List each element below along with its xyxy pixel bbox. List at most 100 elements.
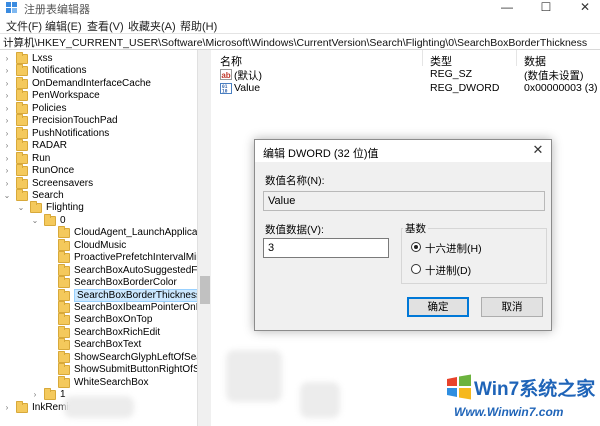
tree-item-label[interactable]: SearchBoxRichEdit bbox=[74, 326, 160, 339]
expand-arrow-icon[interactable]: › bbox=[2, 139, 12, 152]
collapse-arrow-icon[interactable]: ⌄ bbox=[2, 189, 12, 202]
value-row-value[interactable]: 01 10 Value REG_DWORD 0x00000003 (3) bbox=[212, 82, 600, 95]
tree-item[interactable]: CloudMusic bbox=[0, 238, 197, 252]
tree-item-label[interactable]: WhiteSearchBox bbox=[74, 376, 148, 389]
column-header-data[interactable]: 数据 bbox=[524, 53, 546, 69]
folder-icon bbox=[58, 251, 70, 264]
tree-item-label[interactable]: SearchBoxText bbox=[74, 338, 141, 351]
tree-item[interactable]: WhiteSearchBox bbox=[0, 375, 197, 389]
tree-item-label[interactable]: PenWorkspace bbox=[32, 89, 100, 102]
column-divider[interactable] bbox=[422, 50, 423, 66]
menu-help[interactable]: 帮助(H) bbox=[180, 18, 217, 34]
tree-item[interactable]: › OnDemandInterfaceCache bbox=[0, 76, 197, 90]
tree-item[interactable]: › RunOnce bbox=[0, 164, 197, 177]
tree-item[interactable]: ⌄ Search bbox=[0, 188, 197, 202]
menu-file[interactable]: 文件(F) bbox=[6, 18, 42, 34]
decimal-radio-label[interactable]: 十进制(D) bbox=[425, 263, 471, 278]
value-row-default[interactable]: ab (默认) REG_SZ (数值未设置) bbox=[212, 68, 600, 82]
registry-editor-icon bbox=[6, 2, 17, 13]
expand-arrow-icon[interactable]: › bbox=[2, 127, 12, 140]
expand-arrow-icon[interactable]: › bbox=[2, 77, 12, 90]
hex-radio[interactable] bbox=[411, 242, 421, 252]
collapse-arrow-icon[interactable]: ⌄ bbox=[30, 214, 40, 227]
menu-favorites[interactable]: 收藏夹(A) bbox=[128, 18, 176, 34]
registry-tree[interactable]: › Lxss › Notifications › OnDemandInterfaceCac… bbox=[0, 50, 211, 426]
address-bar[interactable]: 计算机\HKEY_CURRENT_USER\Software\Microsoft… bbox=[0, 34, 600, 50]
column-header-name[interactable]: 名称 bbox=[220, 53, 242, 69]
tree-item[interactable]: SearchBoxAutoSuggestedFo bbox=[0, 263, 203, 277]
expand-arrow-icon[interactable]: › bbox=[2, 52, 12, 65]
expand-arrow-icon[interactable]: › bbox=[2, 89, 12, 102]
value-data-input[interactable] bbox=[263, 238, 389, 258]
tree-item[interactable]: ⌄ Flighting bbox=[0, 201, 197, 214]
tree-scrollbar-thumb[interactable] bbox=[200, 276, 210, 304]
expand-arrow-icon[interactable]: › bbox=[2, 152, 12, 165]
tree-item-label[interactable]: PrecisionTouchPad bbox=[32, 114, 118, 127]
tree-item[interactable]: SearchBoxOnTop bbox=[0, 313, 197, 326]
tree-item[interactable]: › Screensavers bbox=[0, 176, 197, 190]
column-divider[interactable] bbox=[516, 50, 517, 66]
tree-item[interactable]: ShowSubmitButtonRightOfSe bbox=[0, 363, 205, 376]
expand-arrow-icon[interactable]: › bbox=[2, 64, 12, 77]
expand-arrow-icon[interactable]: › bbox=[30, 388, 40, 401]
tree-item-label[interactable]: Lxss bbox=[32, 52, 53, 65]
tree-item-label[interactable]: Policies bbox=[32, 102, 66, 115]
minimize-button[interactable]: — bbox=[496, 0, 518, 15]
tree-item[interactable]: SearchBoxIbeamPointerOnH bbox=[0, 301, 203, 314]
expand-arrow-icon[interactable]: › bbox=[2, 164, 12, 177]
tree-item-label[interactable]: ShowSearchGlyphLeftOfSear bbox=[74, 351, 205, 364]
tree-item-label[interactable]: CloudMusic bbox=[74, 239, 126, 252]
tree-item-label[interactable]: PushNotifications bbox=[32, 127, 109, 140]
tree-item-label[interactable]: Flighting bbox=[46, 201, 84, 214]
hex-radio-label[interactable]: 十六进制(H) bbox=[425, 241, 482, 256]
expand-arrow-icon[interactable]: › bbox=[2, 114, 12, 127]
tree-item[interactable]: SearchBoxBorderColor bbox=[0, 276, 197, 289]
tree-item-label[interactable]: SearchBoxBorderThickness bbox=[74, 288, 204, 302]
maximize-button[interactable]: ☐ bbox=[535, 0, 557, 15]
cancel-button[interactable]: 取消 bbox=[481, 297, 543, 317]
tree-item[interactable]: ProactivePrefetchIntervalMin bbox=[0, 251, 202, 264]
tree-item[interactable]: › Run bbox=[0, 151, 197, 165]
dialog-close-button[interactable]: ✕ bbox=[530, 142, 546, 158]
tree-item-label[interactable]: Search bbox=[32, 189, 64, 202]
expand-arrow-icon[interactable]: › bbox=[2, 177, 12, 190]
menu-edit[interactable]: 编辑(E) bbox=[45, 18, 82, 34]
decimal-radio[interactable] bbox=[411, 264, 421, 274]
ok-button[interactable]: 确定 bbox=[407, 297, 469, 317]
tree-item[interactable]: SearchBoxRichEdit bbox=[0, 325, 197, 339]
tree-item-label[interactable]: SearchBoxBorderColor bbox=[74, 276, 177, 289]
tree-item-label[interactable]: SearchBoxOnTop bbox=[74, 313, 152, 326]
tree-item[interactable]: › Notifications bbox=[0, 64, 197, 77]
tree-item-label[interactable]: ProactivePrefetchIntervalMin bbox=[74, 251, 202, 264]
tree-item[interactable]: › PenWorkspace bbox=[0, 89, 197, 102]
close-window-button[interactable]: ✕ bbox=[574, 0, 596, 15]
tree-item[interactable]: ShowSearchGlyphLeftOfSear bbox=[0, 350, 205, 364]
tree-item-label[interactable]: 0 bbox=[60, 214, 66, 227]
tree-item[interactable]: › RADAR bbox=[0, 139, 197, 152]
expand-arrow-icon[interactable]: › bbox=[2, 102, 12, 115]
tree-item[interactable]: CloudAgent_LaunchApplicati bbox=[0, 226, 202, 239]
tree-item-label[interactable]: SearchBoxAutoSuggestedFo bbox=[74, 264, 203, 277]
column-header-type[interactable]: 类型 bbox=[430, 53, 452, 69]
tree-item-label[interactable]: SearchBoxIbeamPointerOnH bbox=[74, 301, 203, 314]
menu-view[interactable]: 查看(V) bbox=[87, 18, 124, 34]
tree-item[interactable]: ⌄ 0 bbox=[0, 213, 197, 227]
expand-arrow-icon[interactable]: › bbox=[2, 401, 12, 414]
tree-item-label[interactable]: ShowSubmitButtonRightOfSe bbox=[74, 363, 205, 376]
tree-item[interactable]: SearchBoxText bbox=[0, 338, 197, 351]
tree-item-label[interactable]: Notifications bbox=[32, 64, 86, 77]
tree-item-label[interactable]: OnDemandInterfaceCache bbox=[32, 77, 151, 90]
tree-item[interactable]: › PrecisionTouchPad bbox=[0, 114, 197, 127]
tree-item-label[interactable]: RunOnce bbox=[32, 164, 74, 177]
tree-item-label[interactable]: Run bbox=[32, 152, 50, 165]
tree-item[interactable]: › Policies bbox=[0, 101, 197, 115]
tree-item-label[interactable]: Screensavers bbox=[32, 177, 93, 190]
address-path[interactable]: 计算机\HKEY_CURRENT_USER\Software\Microsoft… bbox=[3, 35, 587, 50]
tree-item[interactable]: SearchBoxBorderThickness bbox=[0, 288, 204, 302]
tree-scrollbar[interactable] bbox=[197, 50, 211, 426]
tree-item-label[interactable]: CloudAgent_LaunchApplicati bbox=[74, 226, 202, 239]
tree-item-label[interactable]: RADAR bbox=[32, 139, 67, 152]
tree-item[interactable]: › Lxss bbox=[0, 52, 197, 65]
collapse-arrow-icon[interactable]: ⌄ bbox=[16, 201, 26, 214]
tree-item[interactable]: › PushNotifications bbox=[0, 126, 197, 140]
